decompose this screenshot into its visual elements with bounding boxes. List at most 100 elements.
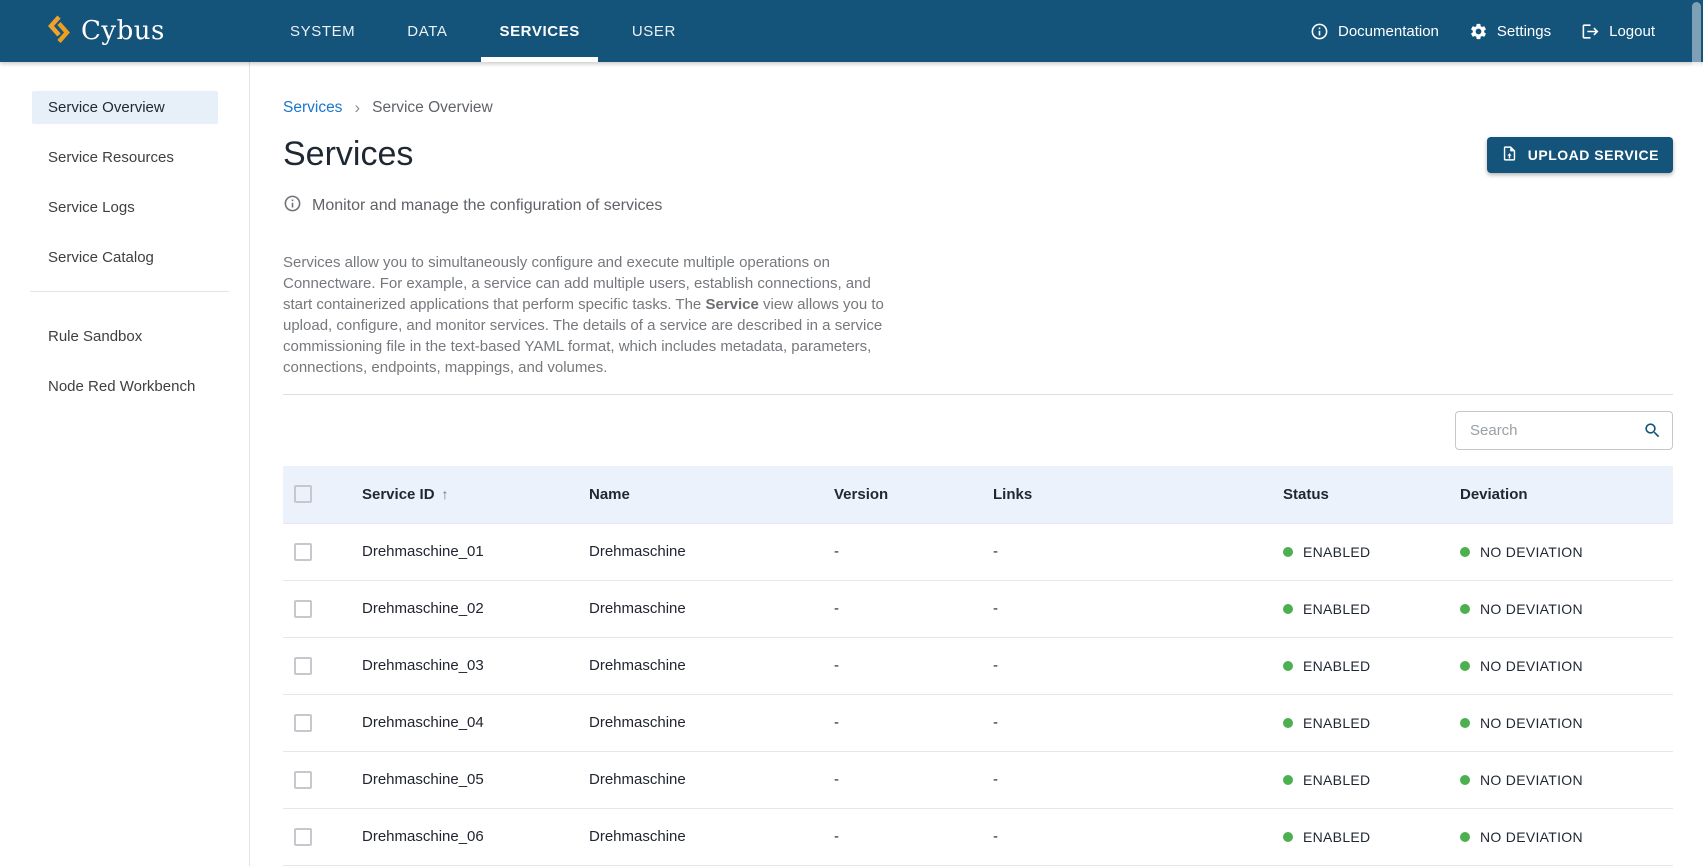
sidebar-item-rule-sandbox[interactable]: Rule Sandbox xyxy=(32,320,218,353)
column-header-version[interactable]: Version xyxy=(818,466,977,523)
tab-services[interactable]: SERVICES xyxy=(481,0,597,62)
table-row[interactable]: Drehmaschine_01 Drehmaschine - - ENABLED… xyxy=(283,523,1673,580)
table-row[interactable]: Drehmaschine_03 Drehmaschine - - ENABLED… xyxy=(283,637,1673,694)
tab-data[interactable]: DATA xyxy=(389,0,465,62)
deviation-label: NO DEVIATION xyxy=(1480,601,1583,617)
deviation-dot xyxy=(1460,604,1470,614)
cell-links: - xyxy=(977,523,1267,580)
info-circle-icon xyxy=(1310,22,1329,41)
upload-file-icon xyxy=(1501,145,1518,165)
column-header-links[interactable]: Links xyxy=(977,466,1267,523)
vertical-scrollbar[interactable] xyxy=(1692,2,1701,172)
column-header-deviation[interactable]: Deviation xyxy=(1444,466,1673,523)
table-body: Drehmaschine_01 Drehmaschine - - ENABLED… xyxy=(283,523,1673,865)
cell-name: Drehmaschine xyxy=(573,523,818,580)
table-row[interactable]: Drehmaschine_04 Drehmaschine - - ENABLED… xyxy=(283,694,1673,751)
upload-service-label: UPLOAD SERVICE xyxy=(1528,147,1659,163)
select-all-checkbox[interactable] xyxy=(294,485,312,503)
cell-links: - xyxy=(977,580,1267,637)
status-dot xyxy=(1283,775,1293,785)
deviation-label: NO DEVIATION xyxy=(1480,658,1583,674)
settings-button[interactable]: Settings xyxy=(1469,22,1551,41)
search-input[interactable] xyxy=(1455,411,1673,450)
table-row[interactable]: Drehmaschine_06 Drehmaschine - - ENABLED… xyxy=(283,808,1673,865)
deviation-dot xyxy=(1460,832,1470,842)
table-row[interactable]: Drehmaschine_02 Drehmaschine - - ENABLED… xyxy=(283,580,1673,637)
row-checkbox[interactable] xyxy=(294,828,312,846)
status-label: ENABLED xyxy=(1303,601,1370,617)
navbar-actions: Documentation Settings Logout xyxy=(1310,0,1655,62)
cell-links: - xyxy=(977,637,1267,694)
cell-name: Drehmaschine xyxy=(573,694,818,751)
brand-logo[interactable]: Cybus xyxy=(47,0,165,62)
row-checkbox[interactable] xyxy=(294,600,312,618)
breadcrumb-link-services[interactable]: Services xyxy=(283,99,342,117)
status-dot xyxy=(1283,718,1293,728)
status-label: ENABLED xyxy=(1303,715,1370,731)
deviation-label: NO DEVIATION xyxy=(1480,715,1583,731)
row-checkbox[interactable] xyxy=(294,771,312,789)
cell-service-id: Drehmaschine_01 xyxy=(346,523,573,580)
cell-name: Drehmaschine xyxy=(573,808,818,865)
top-navbar: Cybus SYSTEM DATA SERVICES USER Document… xyxy=(0,0,1703,62)
sidebar-item-service-catalog[interactable]: Service Catalog xyxy=(32,241,218,274)
subtitle-text: Monitor and manage the configuration of … xyxy=(312,197,662,215)
services-table: Service ID↑ Name Version Links Status De… xyxy=(283,466,1673,866)
section-divider xyxy=(283,394,1673,395)
row-checkbox[interactable] xyxy=(294,714,312,732)
sidebar-item-node-red-workbench[interactable]: Node Red Workbench xyxy=(32,370,218,403)
breadcrumb: Services › Service Overview xyxy=(283,98,1673,118)
row-checkbox[interactable] xyxy=(294,543,312,561)
cell-version: - xyxy=(818,694,977,751)
brand-name: Cybus xyxy=(81,16,165,46)
sidebar-item-service-resources[interactable]: Service Resources xyxy=(32,141,218,174)
deviation-dot xyxy=(1460,661,1470,671)
sidebar-divider xyxy=(30,291,229,292)
column-header-service-id[interactable]: Service ID↑ xyxy=(346,466,573,523)
search-box xyxy=(1455,411,1673,450)
cell-links: - xyxy=(977,751,1267,808)
status-dot xyxy=(1283,547,1293,557)
table-row[interactable]: Drehmaschine_05 Drehmaschine - - ENABLED… xyxy=(283,751,1673,808)
cell-service-id: Drehmaschine_06 xyxy=(346,808,573,865)
settings-label: Settings xyxy=(1497,23,1551,40)
tab-system[interactable]: SYSTEM xyxy=(272,0,373,62)
status-label: ENABLED xyxy=(1303,772,1370,788)
documentation-button[interactable]: Documentation xyxy=(1310,22,1439,41)
status-label: ENABLED xyxy=(1303,544,1370,560)
deviation-dot xyxy=(1460,547,1470,557)
cell-version: - xyxy=(818,808,977,865)
row-checkbox[interactable] xyxy=(294,657,312,675)
deviation-dot xyxy=(1460,718,1470,728)
cybus-logo-icon xyxy=(47,14,71,49)
cell-links: - xyxy=(977,808,1267,865)
cell-service-id: Drehmaschine_03 xyxy=(346,637,573,694)
search-icon[interactable] xyxy=(1643,421,1662,445)
column-header-name[interactable]: Name xyxy=(573,466,818,523)
sort-ascending-icon: ↑ xyxy=(442,486,449,502)
status-label: ENABLED xyxy=(1303,658,1370,674)
status-label: ENABLED xyxy=(1303,829,1370,845)
table-toolbar xyxy=(283,411,1673,450)
status-dot xyxy=(1283,661,1293,671)
logout-icon xyxy=(1581,22,1600,41)
cell-version: - xyxy=(818,637,977,694)
cell-links: - xyxy=(977,694,1267,751)
column-header-status[interactable]: Status xyxy=(1267,466,1444,523)
table-header: Service ID↑ Name Version Links Status De… xyxy=(283,466,1673,523)
deviation-dot xyxy=(1460,775,1470,785)
deviation-label: NO DEVIATION xyxy=(1480,772,1583,788)
sidebar-item-service-overview[interactable]: Service Overview xyxy=(32,91,218,124)
logout-button[interactable]: Logout xyxy=(1581,22,1655,41)
tab-user[interactable]: USER xyxy=(614,0,694,62)
services-description: Services allow you to simultaneously con… xyxy=(283,252,885,378)
deviation-label: NO DEVIATION xyxy=(1480,829,1583,845)
upload-service-button[interactable]: UPLOAD SERVICE xyxy=(1487,137,1673,173)
cell-version: - xyxy=(818,751,977,808)
info-circle-icon xyxy=(283,194,302,218)
sidebar-item-service-logs[interactable]: Service Logs xyxy=(32,191,218,224)
cell-name: Drehmaschine xyxy=(573,751,818,808)
cell-service-id: Drehmaschine_04 xyxy=(346,694,573,751)
page-title: Services xyxy=(283,134,1673,174)
breadcrumb-separator-icon: › xyxy=(354,98,360,118)
